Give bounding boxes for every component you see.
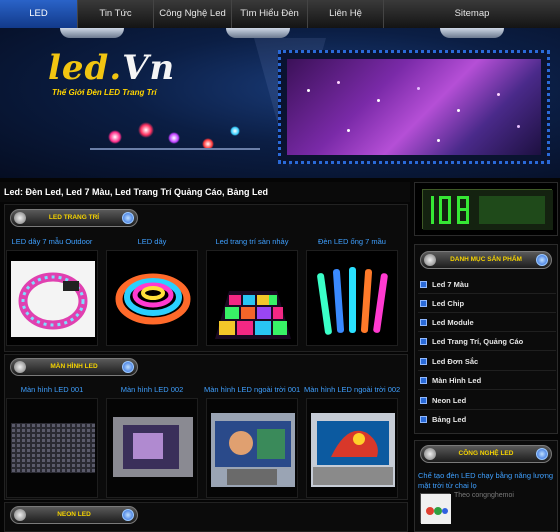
- bullet-icon: [420, 416, 427, 423]
- blue-button-icon: [536, 254, 548, 266]
- site-slogan: Thế Giới Đèn LED Trang Trí: [52, 88, 157, 97]
- panel-header-cong-nghe-led: CÔNG NGHỆ LED: [420, 445, 552, 463]
- blue-button-icon: [122, 361, 134, 373]
- news-author: Theo congnghemoi: [454, 492, 514, 499]
- section-header-man-hinh-led: MÀN HÌNH LED: [10, 358, 138, 376]
- bullet-icon: [420, 300, 427, 307]
- product-image-man-hinh-led-ngoai-troi-002[interactable]: [306, 398, 398, 498]
- product-image-led-ong-7-mau[interactable]: [306, 250, 398, 346]
- category-item[interactable]: Màn Hình Led: [418, 372, 556, 390]
- page-headline: Led: Đèn Led, Led 7 Màu, Led Trang Trí Q…: [0, 182, 410, 202]
- product-image-man-hinh-led-002[interactable]: [106, 398, 198, 498]
- bullet-icon: [420, 397, 427, 404]
- nav-item-tin-tuc[interactable]: Tin Tức: [78, 0, 154, 28]
- product-title[interactable]: Màn hình LED ngoài trời 001: [204, 385, 300, 394]
- nav-item-led[interactable]: LED: [0, 0, 78, 28]
- ceiling-lamp: [226, 28, 290, 38]
- ceiling-lamp: [440, 28, 504, 38]
- header-banner: led.Vn Thế Giới Đèn LED Trang Trí: [0, 28, 560, 178]
- nav-item-lien-he[interactable]: Liên Hệ: [308, 0, 384, 28]
- site-logo[interactable]: led.Vn: [48, 48, 175, 88]
- category-item[interactable]: Bảng Led: [418, 411, 556, 429]
- stage-lights-graphic: [90, 118, 260, 174]
- product-title[interactable]: LED dây 7 mẫu Outdoor: [4, 237, 100, 246]
- product-image-man-hinh-led-ngoai-troi-001[interactable]: [206, 398, 298, 498]
- panel-header-danh-muc: DANH MỤC SẢN PHẨM: [420, 251, 552, 269]
- product-title[interactable]: LED dây: [104, 237, 200, 246]
- ceiling-lamp: [60, 28, 124, 38]
- product-image-led-day[interactable]: [106, 250, 198, 346]
- product-image-led-day-outdoor[interactable]: [6, 250, 98, 346]
- product-title[interactable]: Led trang trí sàn nhảy: [204, 237, 300, 246]
- featured-led-ceiling-image: [278, 50, 550, 164]
- bullet-icon: [420, 281, 427, 288]
- top-nav: LED Tin Tức Công Nghệ Led Tìm Hiểu Đèn L…: [0, 0, 560, 47]
- bullet-icon: [420, 358, 427, 365]
- category-item[interactable]: Led Chip: [418, 295, 556, 313]
- section-header-led-trang-tri: LED TRANG TRÍ: [10, 209, 138, 227]
- section-header-neon-led: NEON LED: [10, 506, 138, 524]
- category-item[interactable]: Led Trang Trí, Quảng Cáo: [418, 333, 556, 351]
- led-clock-widget: [414, 182, 558, 236]
- nav-item-tim-hieu-den-led[interactable]: Tìm Hiểu Đèn Led: [232, 0, 308, 47]
- blue-button-icon: [536, 448, 548, 460]
- nav-item-sitemap[interactable]: Sitemap: [384, 0, 560, 28]
- blue-button-icon: [122, 509, 134, 521]
- category-item[interactable]: Neon Led: [418, 392, 556, 410]
- product-title[interactable]: Màn hình LED 002: [104, 385, 200, 394]
- category-item[interactable]: Led Module: [418, 314, 556, 332]
- news-link[interactable]: Chế tạo đèn LED chạy bằng năng lượng mặt…: [418, 471, 556, 491]
- product-title[interactable]: Đèn LED ống 7 mầu: [304, 237, 400, 246]
- product-title[interactable]: Màn hình LED ngoài trời 002: [304, 385, 400, 394]
- product-title[interactable]: Màn hình LED 001: [4, 385, 100, 394]
- product-image-led-san-nhay[interactable]: [206, 250, 298, 346]
- category-item[interactable]: Led 7 Màu: [418, 276, 556, 294]
- product-image-man-hinh-led-001[interactable]: [6, 398, 98, 498]
- blue-button-icon: [122, 212, 134, 224]
- bullet-icon: [420, 319, 427, 326]
- nav-item-cong-nghe-led[interactable]: Công Nghệ Led: [154, 0, 232, 28]
- category-item[interactable]: Led Đơn Sắc: [418, 353, 556, 371]
- bullet-icon: [420, 338, 427, 345]
- bullet-icon: [420, 377, 427, 384]
- news-thumbnail[interactable]: [420, 493, 451, 524]
